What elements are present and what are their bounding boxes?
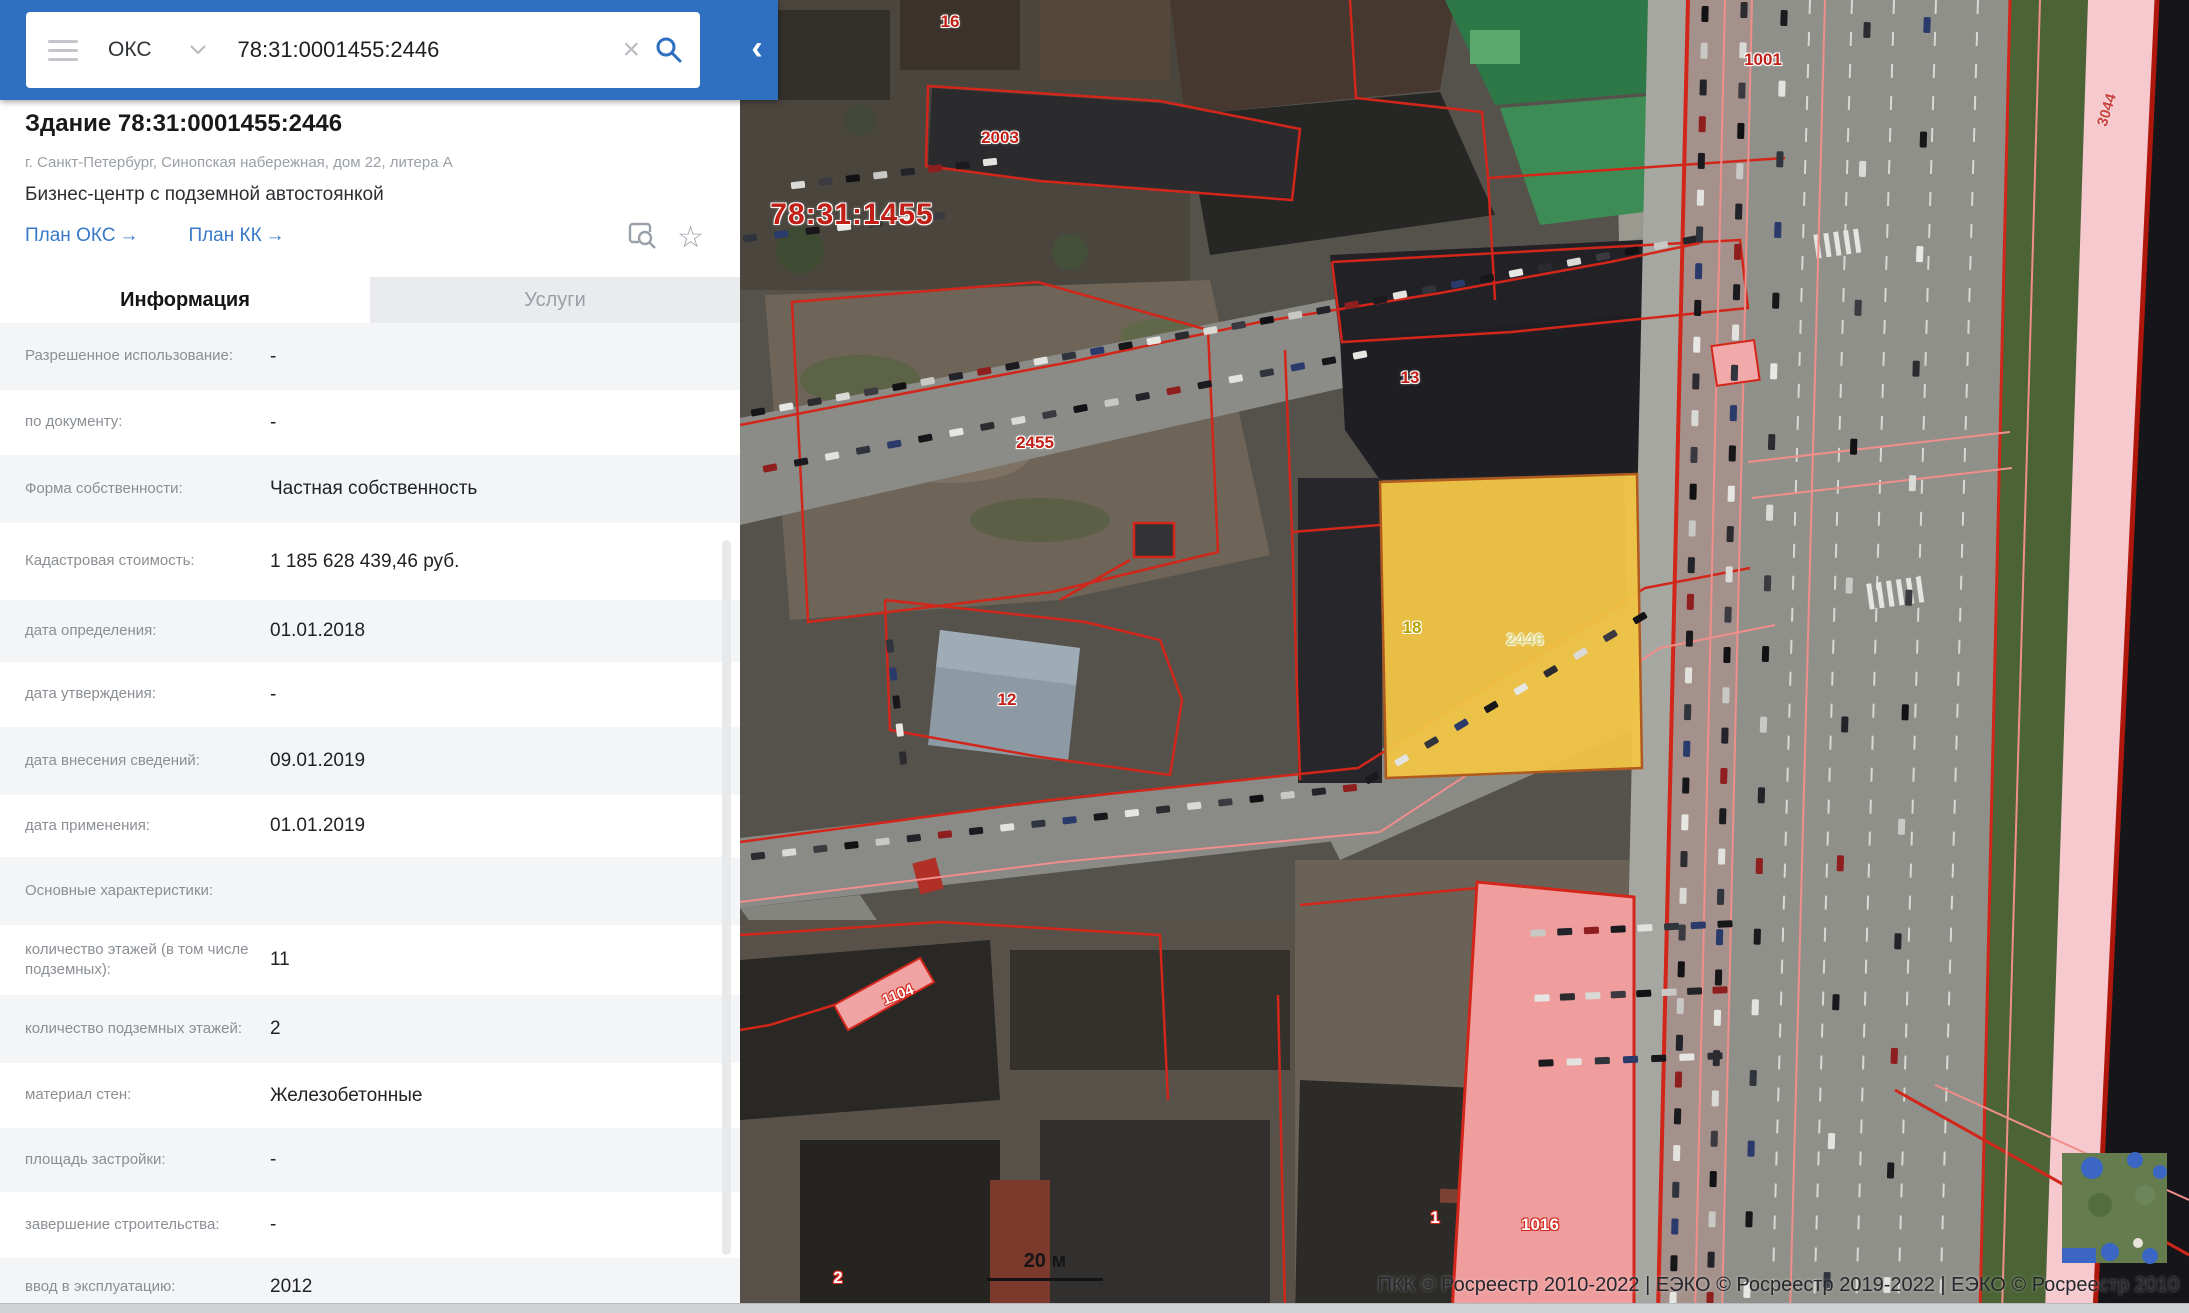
info-row-label: дата определения: — [25, 621, 270, 641]
selected-parcel-2446[interactable] — [1380, 474, 1642, 778]
info-row-label: Разрешенное использование: — [25, 346, 270, 366]
minimap-tile — [2062, 1152, 2167, 1264]
object-address: г. Санкт-Петербург, Синопская набережная… — [25, 154, 453, 171]
info-row: материал стен:Железобетонные — [0, 1063, 740, 1128]
info-row-value: 01.01.2018 — [270, 620, 365, 642]
info-row: площадь застройки:- — [0, 1128, 740, 1192]
info-row-label: дата утверждения: — [25, 684, 270, 704]
info-row: Кадастровая стоимость:1 185 628 439,46 р… — [0, 523, 740, 600]
satellite-layer — [740, 0, 2189, 1313]
panel-scrollbar[interactable] — [722, 540, 731, 1255]
search-category-select[interactable]: ОКС — [108, 38, 152, 62]
info-row-value: 01.01.2019 — [270, 815, 365, 837]
info-row-label: количество подземных этажей: — [25, 1019, 270, 1039]
plan-oks-link[interactable]: План ОКС→ — [25, 225, 138, 247]
object-info-panel: Здание 78:31:0001455:2446 г. Санкт-Петер… — [0, 100, 740, 1313]
info-row-label: ввод в эксплуатацию: — [25, 1277, 270, 1297]
collapse-panel-icon[interactable]: ‹ — [740, 26, 774, 70]
info-row: по документу:- — [0, 390, 740, 455]
plan-kk-label: План КК — [188, 225, 261, 246]
plan-kk-link[interactable]: План КК→ — [188, 225, 284, 247]
info-row-value: 11 — [270, 949, 290, 971]
info-row: дата определения:01.01.2018 — [0, 600, 740, 662]
clear-search-icon[interactable]: × — [616, 35, 646, 65]
info-row-label: дата применения: — [25, 816, 270, 836]
map-attribution: ПКК © Росреестр 2010-2022 | ЕЭКО © Росре… — [1378, 1274, 2179, 1297]
info-row-value: Железобетонные — [270, 1085, 422, 1107]
object-name: Бизнес-центр с подземной автостоянкой — [25, 184, 384, 206]
scale-line — [987, 1278, 1103, 1281]
info-row: завершение строительства:- — [0, 1192, 740, 1258]
info-row-value: - — [270, 412, 276, 434]
info-row: Основные характеристики: — [0, 857, 740, 925]
parcel-1016[interactable] — [1452, 882, 1634, 1313]
info-row-label: дата внесения сведений: — [25, 751, 270, 771]
menu-icon[interactable] — [48, 40, 78, 61]
info-row-value: - — [270, 1214, 276, 1236]
info-row: количество этажей (в том числе подземных… — [0, 925, 740, 995]
scale-bar: 20 м — [985, 1250, 1105, 1281]
header-icons: ☆ — [627, 220, 704, 255]
tab-information[interactable]: Информация — [0, 277, 370, 323]
info-row: количество подземных этажей:2 — [0, 995, 740, 1063]
plan-links: План ОКС→ План КК→ — [25, 225, 285, 247]
info-row-value: 2012 — [270, 1276, 312, 1298]
tabs: Информация Услуги — [0, 277, 740, 323]
plan-oks-label: План ОКС — [25, 225, 115, 246]
arrow-icon: → — [119, 225, 138, 246]
info-row-label: материал стен: — [25, 1085, 270, 1105]
search-box: ОКС × — [26, 12, 700, 88]
info-row-value: Частная собственность — [270, 478, 477, 500]
info-row-value: - — [270, 1149, 276, 1171]
info-row-label: Форма собственности: — [25, 479, 270, 499]
chevron-down-icon[interactable] — [190, 45, 206, 55]
info-row-value: - — [270, 346, 276, 368]
info-row: дата утверждения:- — [0, 662, 740, 727]
search-icon[interactable] — [654, 35, 684, 65]
map-canvas[interactable]: 162003100178:31:145513245512182446110411… — [740, 0, 2189, 1313]
info-row-value: 09.01.2019 — [270, 750, 365, 772]
zoom-to-object-icon[interactable] — [627, 220, 657, 255]
arrow-icon: → — [266, 225, 285, 246]
info-row-label: Кадастровая стоимость: — [25, 551, 270, 571]
info-row-value: - — [270, 684, 276, 706]
favorite-star-icon[interactable]: ☆ — [677, 223, 704, 253]
info-row-label: по документу: — [25, 412, 270, 432]
object-title: Здание 78:31:0001455:2446 — [25, 110, 342, 138]
info-row-value: 1 185 628 439,46 руб. — [270, 551, 459, 573]
search-input[interactable] — [236, 36, 617, 64]
info-row: Форма собственности:Частная собственност… — [0, 455, 740, 523]
scale-label: 20 м — [985, 1250, 1105, 1273]
info-row: Разрешенное использование:- — [0, 323, 740, 390]
info-row: дата внесения сведений:09.01.2019 — [0, 727, 740, 795]
info-row-label: количество этажей (в том числе подземных… — [25, 940, 270, 981]
info-row-value: 2 — [270, 1018, 281, 1040]
info-row: дата применения:01.01.2019 — [0, 795, 740, 857]
info-row-label: площадь застройки: — [25, 1150, 270, 1170]
parcel-shed[interactable] — [1134, 523, 1174, 557]
window-bottom-edge — [0, 1303, 2189, 1313]
pkk-app: 162003100178:31:145513245512182446110411… — [0, 0, 2189, 1313]
info-table: Разрешенное использование:-по документу:… — [0, 323, 740, 1313]
tab-services[interactable]: Услуги — [370, 277, 740, 323]
info-row-label: Основные характеристики: — [25, 881, 270, 901]
info-row-label: завершение строительства: — [25, 1215, 270, 1235]
search-bar: ОКС × ‹ — [0, 0, 778, 100]
